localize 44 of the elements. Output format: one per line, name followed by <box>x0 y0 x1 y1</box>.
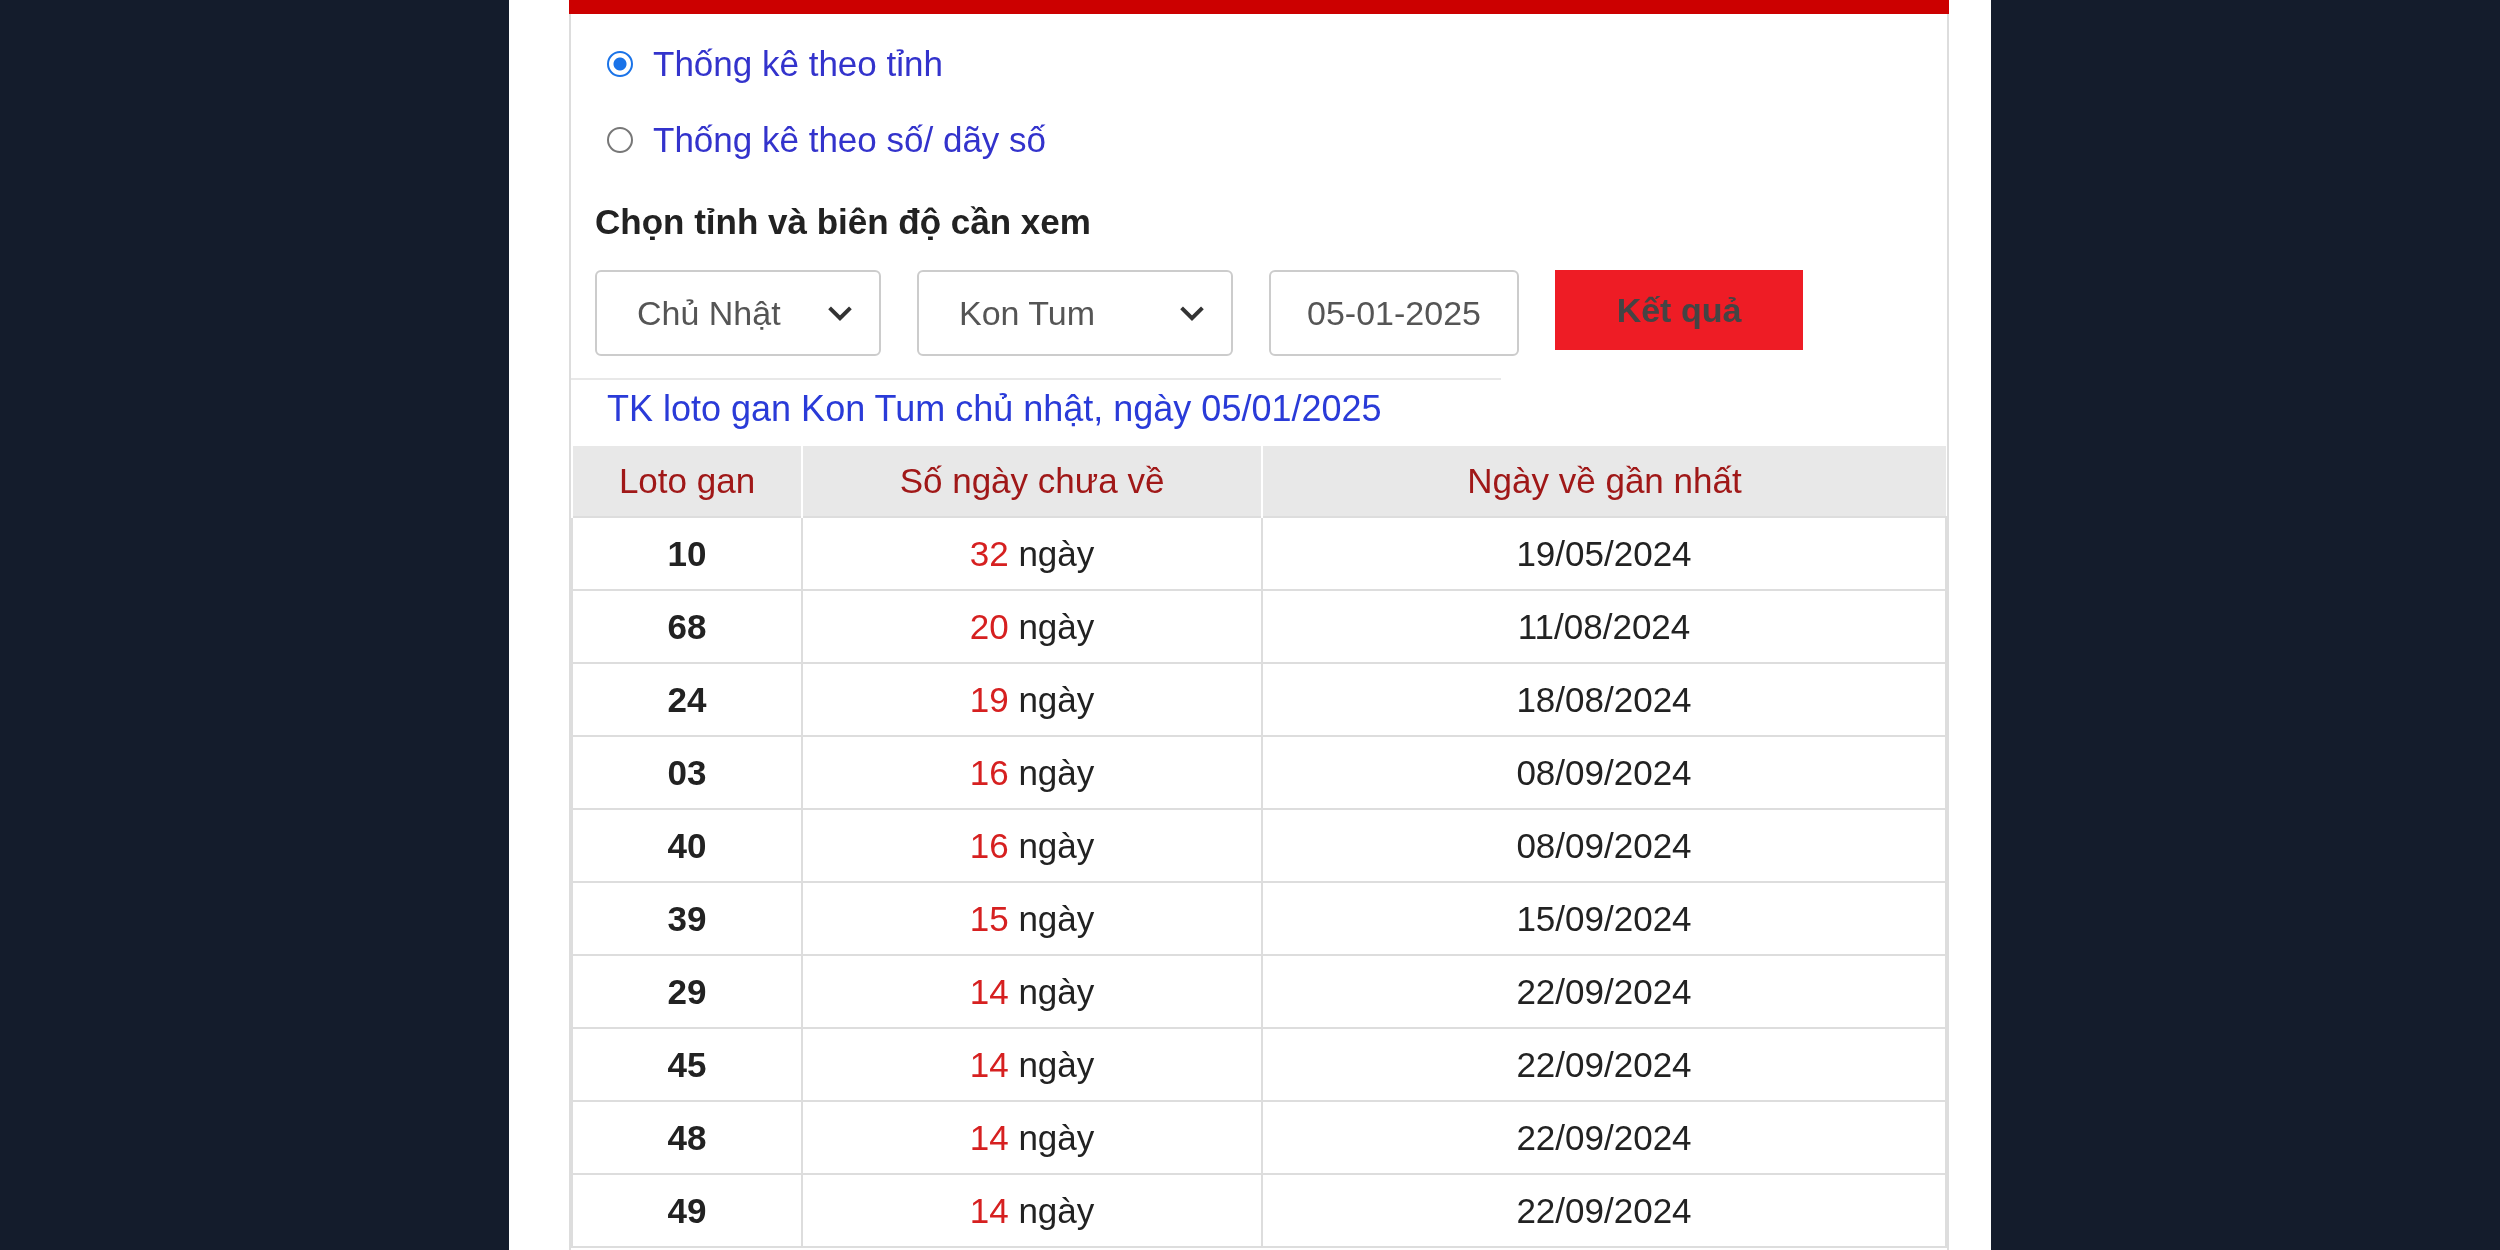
chevron-icon <box>1179 305 1205 321</box>
table-cell: 14 ngày <box>802 1028 1262 1101</box>
chevron-icon <box>827 305 853 321</box>
radio-icon[interactable] <box>607 127 633 153</box>
day-select[interactable]: Chủ Nhật <box>595 270 881 356</box>
table-cell: 20 ngày <box>802 590 1262 663</box>
table-cell: 08/09/2024 <box>1262 809 1946 882</box>
table-cell: 68 <box>572 590 802 663</box>
table-cell: 22/09/2024 <box>1262 1028 1946 1101</box>
table-cell: 48 <box>572 1101 802 1174</box>
date-field[interactable]: 05-01-2025 <box>1269 270 1519 356</box>
column-header: Loto gan <box>572 446 802 517</box>
table-cell: 16 ngày <box>802 809 1262 882</box>
table-cell: 39 <box>572 882 802 955</box>
table-cell: 03 <box>572 736 802 809</box>
table-cell: 22/09/2024 <box>1262 1101 1946 1174</box>
province-select[interactable]: Kon Tum <box>917 270 1233 356</box>
table-cell: 16 ngày <box>802 736 1262 809</box>
table-cell: 14 ngày <box>802 1101 1262 1174</box>
table-cell: 49 <box>572 1174 802 1247</box>
table-cell: 15/09/2024 <box>1262 882 1946 955</box>
table-cell: 22/09/2024 <box>1262 1174 1946 1247</box>
table-cell: 15 ngày <box>802 882 1262 955</box>
table-cell: 10 <box>572 517 802 590</box>
column-header: Ngày về gần nhất <box>1262 446 1946 517</box>
table-cell: 45 <box>572 1028 802 1101</box>
radio-option[interactable]: Thống kê theo số/ dãy số <box>607 120 1947 160</box>
table-cell: 19 ngày <box>802 663 1262 736</box>
table-cell: 19/05/2024 <box>1262 517 1946 590</box>
table-cell: 11/08/2024 <box>1262 590 1946 663</box>
table-cell: 22/09/2024 <box>1262 955 1946 1028</box>
table-cell: 18/08/2024 <box>1262 663 1946 736</box>
table-cell: 08/09/2024 <box>1262 736 1946 809</box>
table-cell: 24 <box>572 663 802 736</box>
table-cell: 32 ngày <box>802 517 1262 590</box>
table-cell: 29 <box>572 955 802 1028</box>
form-heading: Chọn tỉnh và biên độ cần xem <box>595 202 1092 242</box>
table-cell: 14 ngày <box>802 1174 1262 1247</box>
radio-option[interactable]: Thống kê theo tỉnh <box>607 44 1947 84</box>
table-cell: 40 <box>572 809 802 882</box>
result-title: TK loto gan Kon Tum chủ nhật, ngày 05/01/2025 <box>607 388 1383 431</box>
radio-icon[interactable] <box>607 51 633 77</box>
table-cell: 14 ngày <box>802 955 1262 1028</box>
column-header: Số ngày chưa về <box>802 446 1262 517</box>
